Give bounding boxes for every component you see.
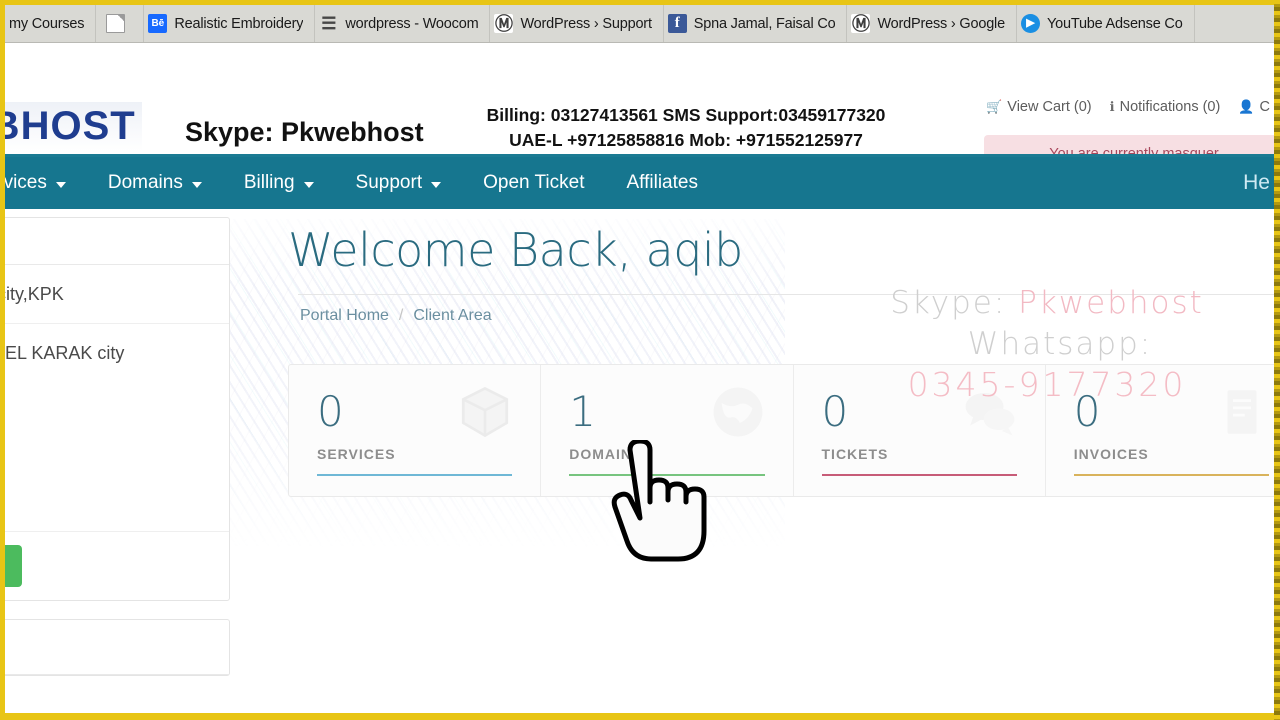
youtube-icon: ▶ [1020, 14, 1040, 33]
nav-label: Affiliates [626, 172, 698, 193]
sidebar-panel-title: ts [5, 620, 229, 676]
page-body: fo uters Karak city,KPK SARDAR KHEL KARA… [5, 209, 1274, 713]
notifications-link[interactable]: ℹ Notifications (0) [1110, 99, 1221, 115]
stat-underline [317, 474, 513, 476]
sidebar: fo uters Karak city,KPK SARDAR KHEL KARA… [5, 217, 230, 694]
chevron-down-icon [431, 181, 442, 188]
nav-items: Services Domains Billing Support Open Ti… [5, 157, 719, 209]
screenshot-frame: my Courses Bē Realistic Embroidery ☰ wor… [0, 0, 1280, 720]
browser-tab[interactable]: ☰ wordpress - Woocom [315, 5, 491, 42]
wordpress-icon: ☰ [321, 14, 337, 33]
breadcrumb: Portal Home / Client Area [300, 307, 1274, 325]
title-divider [298, 293, 1274, 295]
facebook-icon: f [667, 14, 687, 33]
nav-label: Services [5, 172, 47, 193]
site-header: EBHOST Skype: Pkwebhost Billing: 0312741… [5, 43, 1274, 157]
browser-tab-label: my Courses [9, 15, 85, 32]
site-logo[interactable]: EBHOST [5, 102, 142, 151]
header-skype-text: Skype: Pkwebhost [185, 117, 424, 147]
browser-tab[interactable]: Ⓜ WordPress › Google [847, 5, 1017, 42]
stat-label: SERVICES [317, 446, 396, 462]
header-contact-block: Billing: 03127413561 SMS Support:0345917… [471, 103, 901, 154]
wordpress-icon: Ⓜ [494, 13, 514, 34]
info-icon: ℹ [1109, 99, 1115, 114]
browser-tab[interactable]: ▶ YouTube Adsense Co [1016, 5, 1195, 42]
stat-label: DOMAINS [569, 446, 643, 462]
sidebar-panel-shortcuts: ts [5, 619, 230, 677]
cart-icon: 🛒 [986, 99, 1003, 114]
browser-tab-label: Spna Jamal, Faisal Co [693, 15, 836, 32]
stat-label: INVOICES [1073, 446, 1149, 462]
invoice-icon [1213, 383, 1271, 441]
nav-account-greeting[interactable]: He [1243, 157, 1270, 209]
stat-card-services[interactable]: 0 SERVICES [289, 365, 542, 496]
sidebar-address-line: SARDAR KHEL KARAK city [5, 324, 229, 533]
nav-item-domains[interactable]: Domains [87, 157, 223, 209]
browser-tab-strip: my Courses Bē Realistic Embroidery ☰ wor… [5, 5, 1195, 42]
sidebar-panel-account-info: fo uters Karak city,KPK SARDAR KHEL KARA… [5, 217, 230, 602]
stat-underline [821, 474, 1017, 476]
notifications-label: Notifications (0) [1119, 99, 1221, 115]
comments-icon [961, 383, 1019, 441]
nav-label: Domains [107, 172, 183, 193]
header-contact-line-1: Billing: 03127413561 SMS Support:0345917… [486, 105, 886, 125]
nav-label: Open Ticket [483, 172, 585, 193]
browser-tab-bar: my Courses Bē Realistic Embroidery ☰ wor… [5, 5, 1274, 43]
masquerade-text: You are currently masquer [1049, 146, 1219, 157]
main-heading-area: Welcome Back, aqib Portal Home / Client … [288, 225, 1274, 325]
browser-tab-label: WordPress › Google [877, 15, 1005, 32]
browser-tab-label: wordpress - Woocom [345, 15, 479, 32]
stat-underline [1073, 474, 1269, 476]
stats-panel: 0 SERVICES 1 DOMAINS 0 TICKETS 0 INVOICE… [288, 364, 1274, 497]
account-link[interactable]: 👤 C [1238, 99, 1270, 115]
chevron-down-icon [303, 181, 314, 188]
browser-tab[interactable] [96, 5, 145, 42]
browser-tab[interactable]: Ⓜ WordPress › Support [490, 5, 664, 42]
page-title: Welcome Back, aqib [288, 223, 743, 277]
browser-tab[interactable]: my Courses [5, 5, 97, 42]
nav-item-open-ticket[interactable]: Open Ticket [462, 157, 605, 209]
chevron-down-icon [55, 181, 66, 188]
view-cart-label: View Cart (0) [1007, 99, 1092, 115]
breadcrumb-separator: / [398, 306, 404, 324]
browser-tab-label: WordPress › Support [520, 15, 652, 32]
chevron-down-icon [191, 181, 202, 188]
nav-item-support[interactable]: Support [335, 157, 463, 209]
user-icon: 👤 [1238, 99, 1255, 114]
masquerade-notice: You are currently masquer Logout & retur… [984, 135, 1274, 157]
stat-label: TICKETS [821, 446, 889, 462]
breadcrumb-item-client-area[interactable]: Client Area [413, 307, 491, 325]
nav-item-affiliates[interactable]: Affiliates [605, 157, 718, 209]
video-frame-right [1274, 0, 1280, 720]
blank-page-icon [106, 14, 126, 33]
stat-underline [569, 474, 765, 476]
browser-tab[interactable]: Bē Realistic Embroidery [144, 5, 316, 42]
browser-tab-label: Realistic Embroidery [174, 15, 304, 32]
sidebar-company-line: uters Karak city,KPK [5, 265, 229, 325]
view-cart-link[interactable]: 🛒 View Cart (0) [986, 99, 1092, 115]
header-utility-links: 🛒 View Cart (0) ℹ Notifications (0) 👤 C [986, 99, 1270, 115]
browser-tab[interactable]: f Spna Jamal, Faisal Co [663, 5, 848, 42]
box-icon [456, 383, 514, 441]
stat-card-domains[interactable]: 1 DOMAINS [541, 365, 794, 496]
nav-label: Support [355, 172, 423, 193]
browser-tab-label: YouTube Adsense Co [1046, 15, 1183, 32]
behance-icon: Bē [148, 14, 168, 33]
wordpress-icon: Ⓜ [851, 13, 871, 34]
stat-card-invoices[interactable]: 0 INVOICES [1046, 365, 1274, 496]
nav-item-services[interactable]: Services [5, 157, 87, 209]
globe-icon [709, 383, 767, 441]
main-navigation: Services Domains Billing Support Open Ti… [5, 157, 1274, 209]
breadcrumb-item-portal-home[interactable]: Portal Home [300, 307, 389, 325]
header-contact-line-2: UAE-L +97125858816 Mob: +971552125977 [509, 130, 863, 151]
update-button[interactable]: ✎ Update [5, 545, 23, 588]
nav-label: Billing [243, 172, 295, 193]
sidebar-panel-footer: ✎ Update [5, 532, 229, 600]
video-frame-bottom [0, 713, 1280, 720]
stat-card-tickets[interactable]: 0 TICKETS [794, 365, 1046, 496]
nav-item-billing[interactable]: Billing [223, 157, 335, 209]
account-label: C [1259, 99, 1270, 115]
sidebar-panel-title: fo [5, 218, 229, 265]
